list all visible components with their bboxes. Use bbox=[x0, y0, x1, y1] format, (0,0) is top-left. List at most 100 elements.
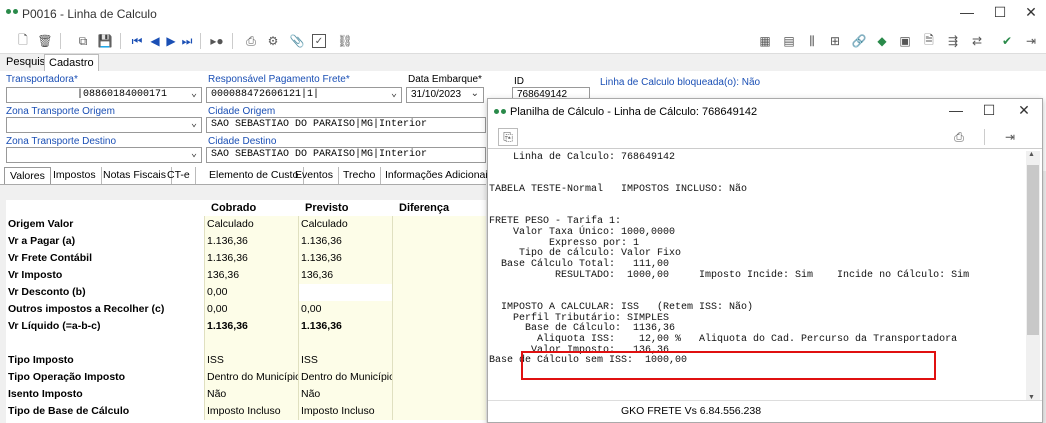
diferenca-cell[interactable] bbox=[392, 352, 486, 369]
cobrado-cell[interactable]: Não bbox=[204, 386, 298, 403]
chain-icon[interactable]: 🔗 bbox=[850, 32, 868, 50]
diferenca-cell[interactable] bbox=[392, 335, 486, 352]
diferenca-cell[interactable] bbox=[392, 267, 486, 284]
row-label: Tipo de Base de Cálculo bbox=[6, 403, 204, 420]
table-row bbox=[6, 335, 486, 352]
diferenca-cell[interactable] bbox=[392, 284, 486, 301]
calendar-icon[interactable]: ▣ bbox=[896, 32, 914, 50]
spreadsheet-icon[interactable]: ▤ bbox=[780, 32, 798, 50]
previsto-cell[interactable]: 1.136,36 bbox=[298, 233, 392, 250]
tab-notas-fiscais[interactable]: Notas Fiscais bbox=[98, 167, 173, 184]
cidade-origem-field[interactable]: SAO SEBASTIAO DO PARAISO|MG|Interior bbox=[206, 117, 486, 133]
print-icon[interactable]: ⎙ bbox=[242, 32, 260, 50]
header-previsto: Previsto bbox=[305, 202, 349, 214]
maximize-button[interactable]: ☐ bbox=[985, 4, 1015, 21]
document-icon[interactable]: 🗎 bbox=[920, 32, 938, 50]
previsto-cell[interactable] bbox=[298, 284, 392, 301]
dialog-maximize-button[interactable]: ☐ bbox=[974, 102, 1004, 119]
diferenca-cell[interactable] bbox=[392, 216, 486, 233]
diferenca-cell[interactable] bbox=[392, 318, 486, 335]
dialog-close-button[interactable]: ✕ bbox=[1009, 102, 1039, 119]
previsto-cell[interactable]: Calculado bbox=[298, 216, 392, 233]
previsto-cell[interactable]: Imposto Incluso bbox=[298, 403, 392, 420]
tab-eventos[interactable]: Eventos bbox=[290, 167, 339, 184]
first-record-icon[interactable]: ⏮ bbox=[128, 32, 146, 50]
dialog-statusbar: GKO FRETE Vs 6.84.556.238 bbox=[488, 400, 1042, 422]
chevron-down-icon[interactable]: ⌄ bbox=[391, 88, 397, 100]
chevron-down-icon[interactable]: ⌄ bbox=[191, 88, 197, 100]
cobrado-cell[interactable]: 0,00 bbox=[204, 284, 298, 301]
attach-icon[interactable]: 📎 bbox=[288, 32, 306, 50]
resp-pagamento-field[interactable]: 000088472606121|1| ⌄ bbox=[206, 87, 402, 103]
cidade-destino-field[interactable]: SAO SEBASTIAO DO PARAISO|MG|Interior bbox=[206, 147, 486, 163]
cobrado-cell[interactable]: 136,36 bbox=[204, 267, 298, 284]
hierarchy-icon[interactable]: ⊞ bbox=[826, 32, 844, 50]
diferenca-cell[interactable] bbox=[392, 403, 486, 420]
app-logo-icon bbox=[6, 9, 18, 14]
network-icon[interactable]: ◆ bbox=[873, 32, 891, 50]
previsto-cell[interactable] bbox=[298, 335, 392, 352]
zona-destino-label: Zona Transporte Destino bbox=[6, 136, 117, 147]
confirm-icon[interactable]: ✔ bbox=[998, 32, 1016, 50]
chevron-down-icon[interactable]: ⌄ bbox=[471, 88, 479, 99]
link-icon[interactable]: ⛓ bbox=[336, 32, 354, 50]
exit-icon[interactable]: ⇥ bbox=[1001, 128, 1019, 146]
tab-cte[interactable]: CT-e bbox=[162, 167, 196, 184]
tab-valores[interactable]: Valores bbox=[4, 167, 51, 184]
cobrado-cell[interactable]: 0,00 bbox=[204, 301, 298, 318]
previsto-cell[interactable]: Dentro do Município bbox=[298, 369, 395, 386]
window-title: P0016 - Linha de Calculo bbox=[22, 7, 157, 21]
minimize-button[interactable]: — bbox=[952, 4, 982, 20]
save-icon[interactable]: 💾 bbox=[96, 32, 114, 50]
cobrado-cell[interactable]: Calculado bbox=[204, 216, 298, 233]
close-button[interactable]: ✕ bbox=[1016, 4, 1046, 21]
diferenca-cell[interactable] bbox=[392, 250, 486, 267]
diferenca-cell[interactable] bbox=[392, 369, 486, 386]
copy-report-icon[interactable]: ⎘ bbox=[498, 128, 518, 146]
data-embarque-field[interactable]: 31/10/2023 ⌄ bbox=[406, 87, 484, 103]
chart-icon[interactable]: ⫼ bbox=[803, 32, 821, 50]
cobrado-cell[interactable]: Imposto Incluso bbox=[204, 403, 298, 420]
previsto-cell[interactable]: 1.136,36 bbox=[298, 250, 392, 267]
diferenca-cell[interactable] bbox=[392, 233, 486, 250]
report-scrollbar[interactable]: ▲ ▼ bbox=[1026, 151, 1040, 401]
copy-icon[interactable]: ⧉ bbox=[74, 32, 92, 50]
previsto-cell[interactable]: ISS bbox=[298, 352, 392, 369]
chevron-down-icon[interactable]: ⌄ bbox=[191, 118, 197, 130]
transportadora-field[interactable]: |08860184000171 ⌄ bbox=[6, 87, 202, 103]
diferenca-cell[interactable] bbox=[392, 301, 486, 318]
checkbox-icon[interactable]: ✓ bbox=[312, 34, 326, 48]
cobrado-cell[interactable]: 1.136,36 bbox=[204, 318, 298, 335]
tab-informacoes-adicionais[interactable]: Informações Adicionais bbox=[380, 167, 498, 184]
transfer-icon[interactable]: ⇄ bbox=[968, 32, 986, 50]
execute-icon[interactable]: ▸● bbox=[208, 32, 226, 50]
cobrado-cell[interactable]: ISS bbox=[204, 352, 298, 369]
previsto-cell[interactable]: 1.136,36 bbox=[298, 318, 392, 335]
resp-pagamento-label: Responsável Pagamento Frete* bbox=[208, 74, 350, 85]
zona-destino-field[interactable]: ⌄ bbox=[6, 147, 202, 163]
scrollbar-thumb[interactable] bbox=[1027, 165, 1039, 335]
cobrado-cell[interactable] bbox=[204, 335, 298, 352]
exit-icon[interactable]: ⇥ bbox=[1022, 32, 1040, 50]
calculator-icon[interactable]: ▦ bbox=[756, 32, 774, 50]
tab-trecho[interactable]: Trecho bbox=[338, 167, 382, 184]
cobrado-cell[interactable]: Dentro do Município bbox=[204, 369, 301, 386]
tab-cadastro[interactable]: Cadastro bbox=[44, 54, 99, 71]
cobrado-cell[interactable]: 1.136,36 bbox=[204, 250, 298, 267]
previsto-cell[interactable]: 0,00 bbox=[298, 301, 392, 318]
new-icon[interactable]: 🗋 bbox=[14, 32, 32, 50]
cobrado-cell[interactable]: 1.136,36 bbox=[204, 233, 298, 250]
last-record-icon[interactable]: ⏭ bbox=[178, 32, 196, 50]
settings-icon[interactable]: ⚙ bbox=[264, 32, 282, 50]
export-icon[interactable]: ⇶ bbox=[944, 32, 962, 50]
tab-impostos[interactable]: Impostos bbox=[48, 167, 102, 184]
zona-origem-field[interactable]: ⌄ bbox=[6, 117, 202, 133]
diferenca-cell[interactable] bbox=[392, 386, 486, 403]
chevron-down-icon[interactable]: ⌄ bbox=[191, 148, 197, 160]
previsto-cell[interactable]: Não bbox=[298, 386, 392, 403]
print-icon[interactable]: ⎙ bbox=[950, 128, 968, 146]
dialog-minimize-button[interactable]: — bbox=[941, 102, 971, 118]
previsto-cell[interactable]: 136,36 bbox=[298, 267, 392, 284]
delete-icon[interactable]: 🗑 bbox=[36, 32, 54, 50]
dialog-titlebar: Planilha de Cálculo - Linha de Cálculo: … bbox=[488, 99, 1042, 125]
